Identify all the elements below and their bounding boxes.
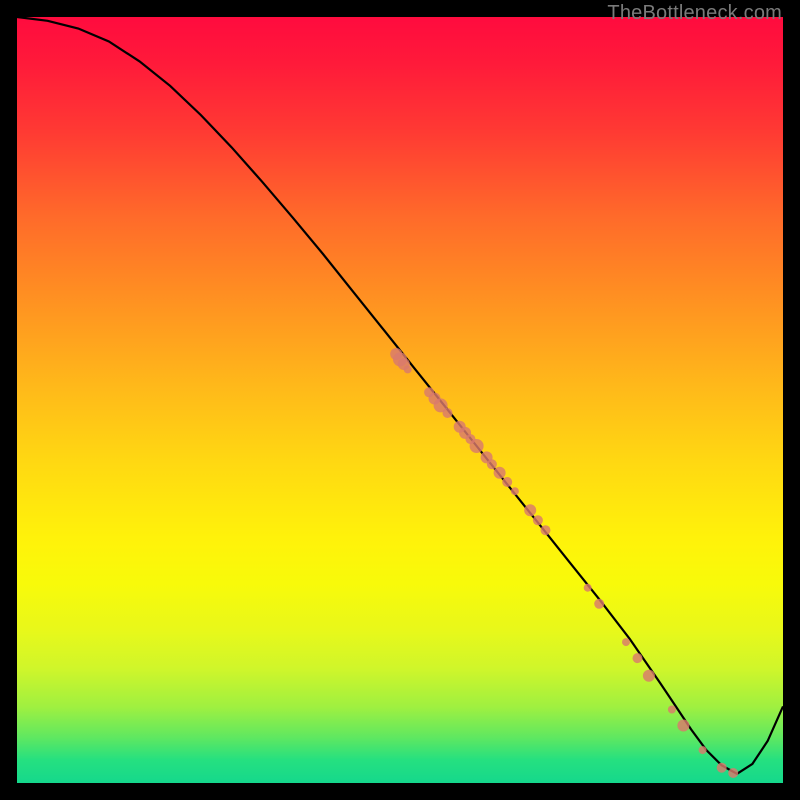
data-point	[511, 487, 519, 495]
data-point	[699, 746, 707, 754]
data-point	[728, 768, 738, 778]
data-point	[584, 584, 592, 592]
data-point	[487, 459, 497, 469]
data-point	[502, 477, 512, 487]
data-point	[541, 525, 551, 535]
data-point	[677, 720, 689, 732]
data-points	[390, 348, 738, 778]
watermark-text: TheBottleneck.com	[607, 2, 782, 25]
data-point	[633, 653, 643, 663]
data-point	[470, 439, 484, 453]
data-point	[717, 763, 727, 773]
data-point	[594, 599, 604, 609]
data-point	[622, 638, 630, 646]
data-point	[404, 365, 412, 373]
bottleneck-curve	[17, 17, 783, 774]
plot-area	[17, 17, 783, 783]
data-point	[494, 467, 506, 479]
chart-frame: TheBottleneck.com	[0, 0, 800, 800]
data-point	[533, 515, 543, 525]
data-point	[668, 706, 676, 714]
data-point	[643, 670, 655, 682]
chart-svg	[17, 17, 783, 783]
data-point	[524, 504, 536, 516]
data-point	[443, 408, 453, 418]
